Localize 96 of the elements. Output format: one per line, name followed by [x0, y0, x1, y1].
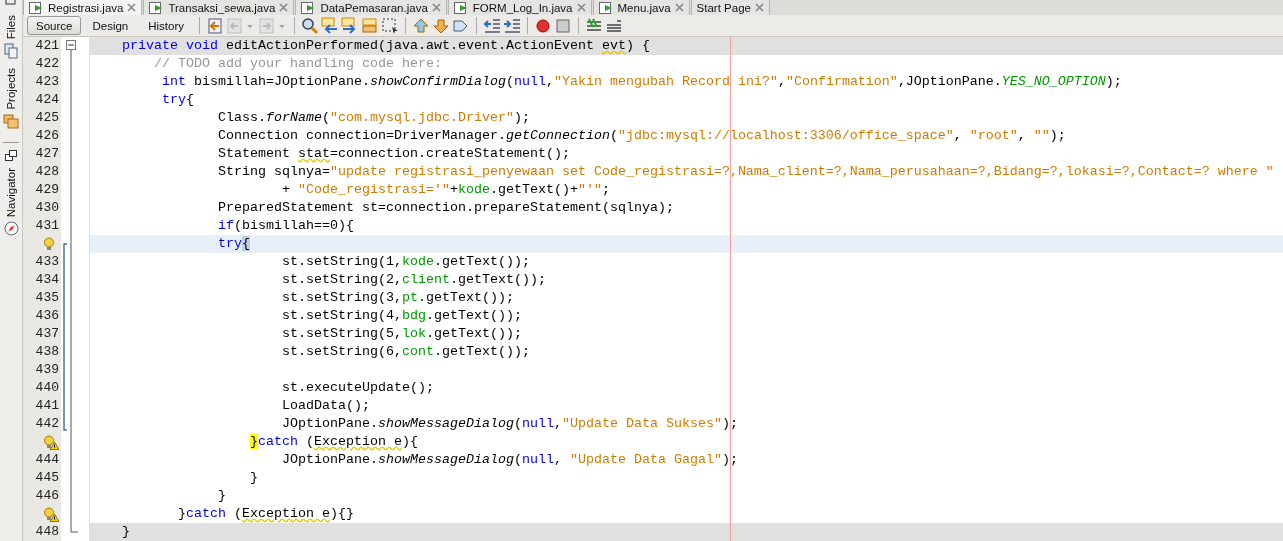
close-icon[interactable] [674, 3, 684, 13]
code-line: private void editActionPerformed(java.awt.event.ActionEvent evt) { [122, 38, 650, 53]
code-line: }catch (Exception e){ [249, 434, 418, 449]
line-number: 427 [35, 145, 59, 163]
line-number: 439 [35, 361, 59, 379]
line-number: 423 [35, 73, 59, 91]
editor-tab[interactable]: Registrasi.java [23, 0, 143, 16]
close-icon[interactable] [431, 3, 441, 13]
line-number: 446 [35, 487, 59, 505]
line-number: 429 [35, 181, 59, 199]
close-icon[interactable] [279, 3, 289, 13]
line-number: 438 [35, 343, 59, 361]
code-line: Statement stat=connection.createStatement(); [218, 146, 570, 161]
code-line: String sqlnya="update registrasi_penyewaan set Code_registrasi=?,Nama_client=?,Nama_perusahaan=?,Bidang=?,lokasi=?,Contact=? where " [218, 164, 1274, 179]
line-number: 441 [35, 397, 59, 415]
line-number: 436 [35, 307, 59, 325]
view-tab[interactable]: Design [83, 16, 138, 36]
compass-icon [3, 221, 19, 237]
line-number: 448 [35, 523, 59, 541]
tab-label: Start Page [696, 0, 751, 15]
close-icon[interactable] [754, 3, 764, 13]
line-number: 428 [35, 163, 59, 181]
line-number: 430 [35, 199, 59, 217]
line-number: 426 [35, 127, 59, 145]
lightbulb-warning-icon[interactable] [43, 506, 59, 522]
editor-tab[interactable]: FORM_Log_In.java [447, 0, 592, 16]
line-number: 440 [35, 379, 59, 397]
line-number: 422 [35, 55, 59, 73]
tab-label: Menu.java [617, 0, 671, 15]
code-line: } [218, 488, 226, 503]
code-line: try{ [162, 92, 194, 107]
shift-right-icon[interactable] [503, 16, 522, 35]
editor-tab[interactable]: DataPemasaran.java [295, 0, 447, 16]
code-line: st.setString(6,cont.getText()); [281, 344, 530, 359]
line-number: 434 [35, 271, 59, 289]
code-line: + "Code_registrasi='"+kode.getText()+"'"; [281, 182, 610, 197]
stop-icon[interactable] [554, 16, 573, 35]
editor-tab[interactable]: Start Page [690, 0, 770, 16]
projects-icon [3, 113, 19, 129]
record-icon[interactable] [534, 16, 553, 35]
line-number: 421 [35, 37, 59, 55]
tab-label: Registrasi.java [48, 0, 124, 15]
sidebar-tab[interactable]: Navigator [3, 165, 19, 239]
editor-tab[interactable]: Transaksi_sewa.java [143, 0, 295, 16]
last-edit-icon[interactable] [206, 16, 225, 35]
view-tab[interactable]: History [139, 16, 194, 36]
code-line: // TODO add your handling code here: [154, 56, 442, 71]
line-number: 433 [35, 253, 59, 271]
code-line: PreparedStatement st=connection.prepareStatement(sqlnya); [218, 200, 674, 215]
code-line: int bismillah=JOptionPane.showConfirmDialog(null,"Yakin mengubah Record ini?","Confirmation",JOptionPane.YES_NO_OPTION); [162, 74, 1122, 89]
window-icon[interactable] [5, 0, 17, 6]
code-line: Connection connection=DriverManager.getConnection("jdbc:mysql://localhost:3306/office_space", "root", ""); [218, 128, 1066, 143]
tab-label: FORM_Log_In.java [472, 0, 573, 15]
java-file-icon [598, 1, 614, 14]
tab-label: DataPemasaran.java [320, 0, 428, 15]
code-line: Class.forName("com.mysql.jdbc.Driver"); [218, 110, 530, 125]
editor-tab[interactable]: Menu.java [592, 0, 690, 16]
code-line: st.setString(1,kode.getText()); [281, 254, 530, 269]
tab-label: Transaksi_sewa.java [168, 0, 276, 15]
line-number: 425 [35, 109, 59, 127]
code-line: }catch (Exception e){} [178, 506, 354, 521]
code-line: LoadData(); [281, 398, 370, 413]
code-line: st.setString(5,lok.getText()); [281, 326, 522, 341]
code-line: st.setString(3,pt.getText()); [281, 290, 514, 305]
line-number: 435 [35, 289, 59, 307]
search-icon[interactable] [301, 16, 320, 35]
down-arrow-icon[interactable] [432, 16, 451, 35]
view-tab[interactable]: Source [27, 16, 82, 36]
files-icon [3, 43, 19, 60]
code-line: JOptionPane.showMessageDialog(null,"Update Data Sukses"); [281, 416, 738, 431]
java-file-icon [453, 1, 469, 14]
restore-icon[interactable] [5, 149, 17, 161]
sidebar-tab[interactable]: Files [3, 13, 19, 62]
code-line: } [122, 524, 130, 539]
line-number: 424 [35, 91, 59, 109]
selection-icon[interactable] [381, 16, 400, 35]
code-line: JOptionPane.showMessageDialog(null, "Update Data Gagal"); [281, 452, 738, 467]
code-line: st.setString(4,bdg.getText()); [281, 308, 522, 323]
java-file-icon [29, 1, 44, 14]
code-line: if(bismillah==0){ [218, 218, 354, 233]
line-number: 442 [35, 415, 59, 433]
code-line: st.executeUpdate(); [281, 380, 434, 395]
find-previous-icon[interactable] [321, 16, 340, 35]
line-number: 445 [35, 469, 59, 487]
line-number: 437 [35, 325, 59, 343]
sidebar-tab[interactable]: Projects [3, 66, 19, 131]
line-number: 444 [35, 451, 59, 469]
shift-left-icon[interactable] [483, 16, 502, 35]
code-line: } [249, 470, 258, 485]
code-line: st.setString(2,client.getText()); [281, 272, 546, 287]
line-number: 431 [35, 217, 59, 235]
code-line: try{ [218, 236, 250, 251]
up-arrow-icon[interactable] [412, 16, 431, 35]
close-icon[interactable] [576, 3, 586, 13]
lightbulb-warning-icon[interactable] [43, 434, 59, 450]
close-icon[interactable] [127, 3, 137, 13]
